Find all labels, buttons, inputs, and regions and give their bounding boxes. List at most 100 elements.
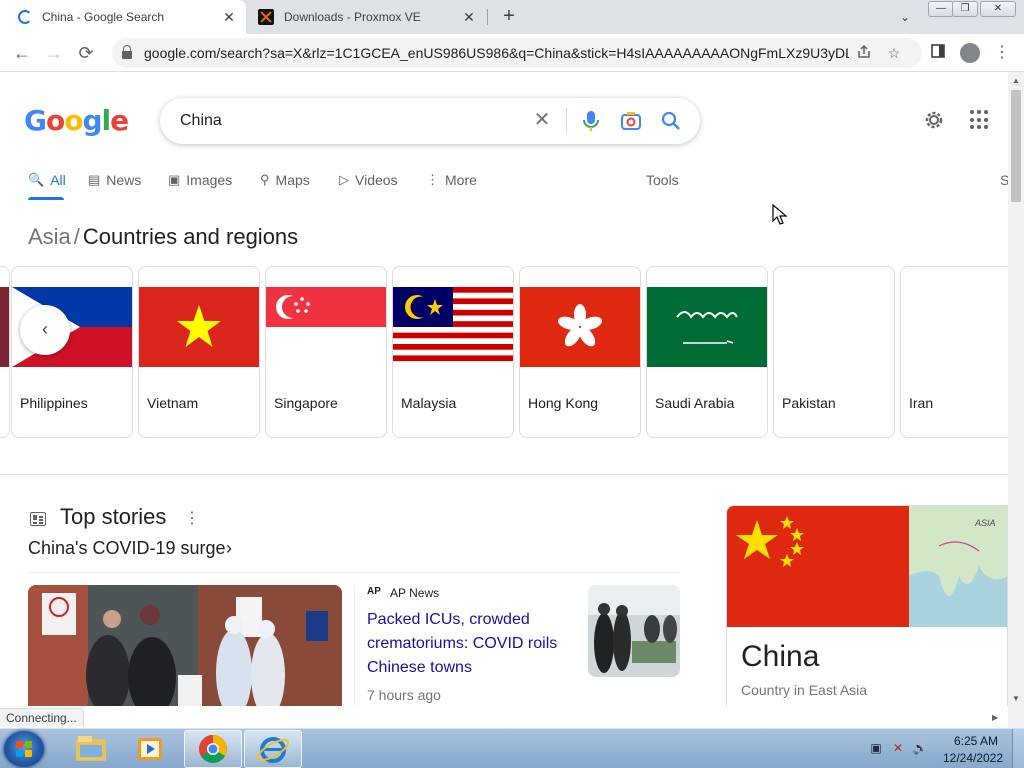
logo-letter: e bbox=[110, 104, 129, 137]
logo-letter: G bbox=[24, 104, 47, 137]
knowledge-panel: ASIA China Country in East Asia bbox=[726, 505, 1008, 706]
map-image[interactable]: ASIA bbox=[909, 506, 1007, 627]
story-thumbnail[interactable] bbox=[588, 585, 680, 677]
scroll-down-icon[interactable]: ▼ bbox=[1012, 694, 1020, 703]
show-desktop-button[interactable] bbox=[1012, 729, 1024, 768]
chevron-right-icon[interactable]: › bbox=[226, 538, 232, 559]
country-card-saudi-arabia[interactable]: Saudi Arabia bbox=[646, 266, 768, 438]
video-icon: ▷ bbox=[339, 172, 349, 187]
action-center-icon[interactable]: ▣ bbox=[868, 741, 884, 757]
tab-label: More bbox=[445, 172, 477, 188]
maximize-button[interactable]: ❐ bbox=[952, 1, 978, 17]
story-timestamp: 7 hours ago bbox=[367, 687, 441, 703]
active-tab-indicator bbox=[28, 197, 64, 200]
forward-button[interactable]: → bbox=[42, 41, 66, 65]
tab-news[interactable]: ▤ News bbox=[88, 172, 141, 188]
sidepanel-icon[interactable] bbox=[928, 43, 948, 63]
url-text[interactable]: google.com/search?sa=X&rlz=1C1GCEA_enUS9… bbox=[144, 45, 849, 61]
internet-explorer-taskbar-icon[interactable] bbox=[244, 730, 302, 768]
more-options-icon[interactable]: ⋮ bbox=[184, 508, 200, 528]
close-tab-icon[interactable]: ✕ bbox=[218, 9, 240, 26]
tab-strip: China - Google Search ✕ Downloads - Prox… bbox=[0, 0, 1024, 34]
lock-icon bbox=[122, 45, 132, 59]
scroll-up-icon[interactable]: ▲ bbox=[1012, 76, 1020, 85]
menu-icon[interactable]: ⋮ bbox=[992, 43, 1012, 63]
story-headline-link[interactable]: Packed ICUs, crowded crematoriums: COVID… bbox=[367, 608, 573, 680]
volume-icon[interactable]: 🔊 bbox=[912, 741, 928, 757]
country-card-vietnam[interactable]: Vietnam bbox=[138, 266, 260, 438]
scroll-thumb[interactable] bbox=[1011, 90, 1021, 202]
chrome-taskbar-icon[interactable] bbox=[184, 730, 242, 768]
tools-button[interactable]: Tools bbox=[646, 172, 679, 188]
country-card-malaysia[interactable]: Malaysia bbox=[392, 266, 514, 438]
country-card-pakistan[interactable]: Pakistan bbox=[773, 266, 895, 438]
clock-date[interactable]: 12/24/2022 bbox=[940, 751, 1006, 765]
close-tab-icon[interactable]: ✕ bbox=[458, 9, 480, 26]
tab-search-button[interactable]: ⌄ bbox=[894, 6, 916, 28]
tab-label: Images bbox=[186, 172, 233, 188]
media-player-taskbar-icon[interactable] bbox=[122, 730, 180, 768]
section-divider bbox=[0, 474, 1008, 475]
star-icon[interactable]: ☆ bbox=[879, 45, 909, 62]
tab-downloads-proxmox[interactable]: Downloads - Proxmox VE ✕ bbox=[250, 0, 486, 34]
clear-icon[interactable]: ✕ bbox=[530, 108, 554, 132]
camera-icon[interactable] bbox=[620, 110, 642, 132]
flag-hong-kong bbox=[520, 287, 640, 367]
tab-images[interactable]: ▣ Images bbox=[168, 172, 232, 188]
country-name: Pakistan bbox=[782, 395, 836, 411]
network-icon[interactable]: ✕ bbox=[890, 741, 906, 757]
search-box-divider bbox=[566, 108, 567, 134]
carousel-prev-button[interactable]: ‹ bbox=[20, 305, 70, 355]
mouse-cursor-icon bbox=[772, 203, 788, 226]
search-results-page: Google ✕ 🔍 All ▤ News ▣ Images ⚲ Maps ▷ Video… bbox=[0, 72, 1008, 706]
explorer-taskbar-icon[interactable] bbox=[62, 730, 120, 768]
new-tab-button[interactable]: + bbox=[498, 5, 520, 27]
address-bar[interactable]: google.com/search?sa=X&rlz=1C1GCEA_enUS9… bbox=[112, 38, 922, 68]
back-button[interactable]: ← bbox=[10, 41, 34, 65]
mic-icon[interactable] bbox=[580, 109, 602, 133]
proxmox-icon bbox=[258, 9, 274, 25]
country-name: Saudi Arabia bbox=[655, 395, 735, 411]
tab-more[interactable]: ⋮ More bbox=[426, 172, 477, 188]
top-stories-title: Top stories bbox=[60, 504, 167, 529]
vertical-scrollbar[interactable]: ▲ ▼ bbox=[1008, 72, 1024, 706]
share-icon[interactable] bbox=[849, 44, 879, 62]
country-card-hong-kong[interactable]: Hong Kong bbox=[519, 266, 641, 438]
start-button[interactable] bbox=[4, 731, 44, 767]
flag-china[interactable] bbox=[727, 506, 909, 627]
tab-china-google-search[interactable]: China - Google Search ✕ bbox=[0, 0, 246, 34]
scroll-right-icon[interactable]: ▶ bbox=[992, 713, 998, 722]
country-card-singapore[interactable]: Singapore bbox=[265, 266, 387, 438]
google-logo[interactable]: Google bbox=[24, 104, 129, 137]
minimize-button[interactable]: — bbox=[928, 1, 954, 17]
country-card-partial[interactable] bbox=[0, 266, 10, 438]
country-card-iran[interactable]: Iran bbox=[900, 266, 1008, 438]
breadcrumb-parent[interactable]: Asia bbox=[28, 224, 71, 249]
tab-maps[interactable]: ⚲ Maps bbox=[260, 172, 310, 188]
logo-letter: l bbox=[101, 104, 112, 137]
close-window-button[interactable]: ✕ bbox=[980, 1, 1016, 17]
country-card-philippines[interactable]: Philippines bbox=[11, 266, 133, 438]
story-photo[interactable] bbox=[28, 585, 342, 706]
tab-videos[interactable]: ▷ Videos bbox=[339, 172, 398, 188]
tab-label: News bbox=[106, 172, 142, 188]
country-name: Vietnam bbox=[147, 395, 199, 411]
clock-time[interactable]: 6:25 AM bbox=[946, 734, 1006, 748]
gear-icon[interactable] bbox=[922, 108, 946, 132]
breadcrumb-separator: / bbox=[73, 224, 80, 249]
tab-all[interactable]: 🔍 All bbox=[28, 172, 66, 188]
logo-letter: o bbox=[45, 104, 65, 137]
taskbar: ▣ ✕ 🔊 6:25 AM 12/24/2022 bbox=[0, 728, 1024, 768]
search-box: ✕ bbox=[160, 98, 700, 144]
search-input[interactable] bbox=[180, 110, 510, 132]
breadcrumb: Asia / Countries and regions bbox=[28, 224, 298, 250]
news-icon: ▤ bbox=[88, 172, 101, 187]
profile-icon[interactable] bbox=[960, 43, 980, 63]
story-cluster-title[interactable]: China's COVID-19 surge bbox=[28, 538, 226, 559]
flag-malaysia bbox=[393, 287, 513, 367]
apps-icon[interactable] bbox=[970, 110, 990, 130]
reload-button[interactable]: ⟳ bbox=[74, 41, 98, 65]
country-name: Philippines bbox=[20, 395, 88, 411]
search-icon[interactable] bbox=[660, 109, 682, 133]
safesearch-button[interactable]: S bbox=[1000, 172, 1008, 188]
